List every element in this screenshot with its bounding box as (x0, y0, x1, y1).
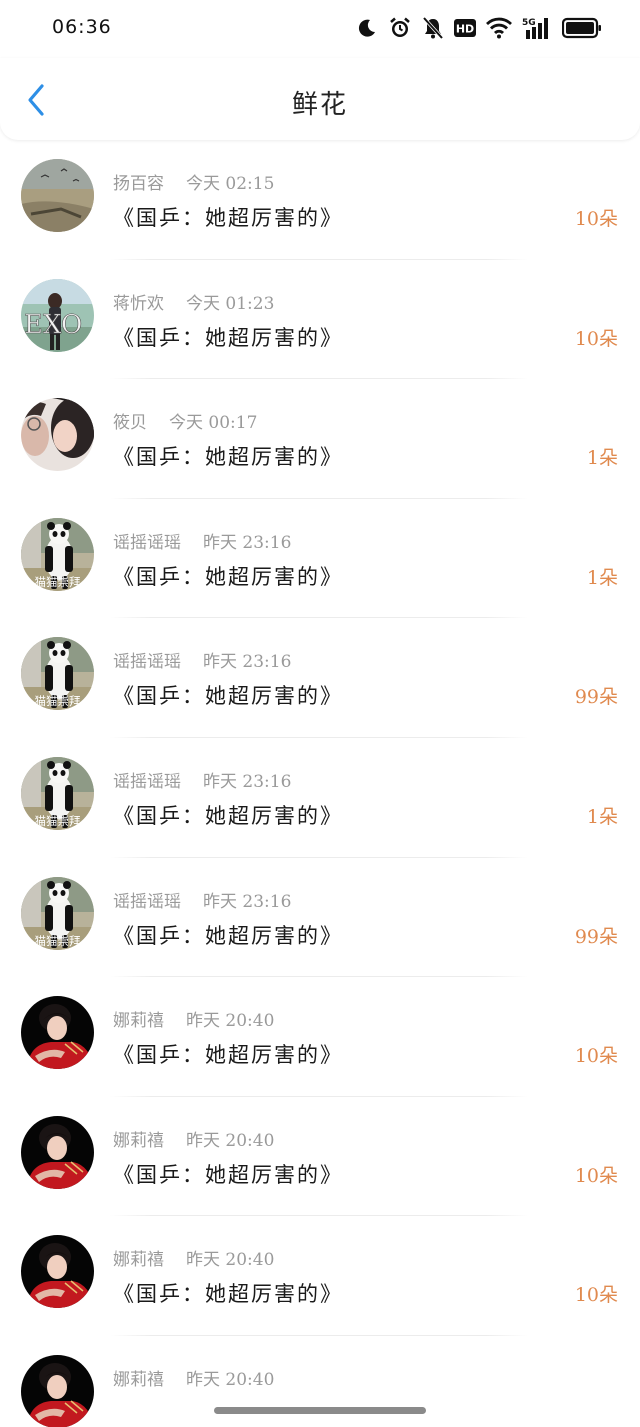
list-item[interactable]: 娜莉禧 昨天 20:40 《国乒：她超厉害的》 10朵 (0, 977, 640, 1097)
sender-name[interactable]: 娜莉禧 (113, 1250, 164, 1270)
sender-name[interactable]: 娜莉禧 (113, 1011, 164, 1031)
avatar[interactable] (21, 159, 94, 232)
article-title[interactable]: 《国乒：她超厉害的》 (113, 1278, 343, 1308)
timestamp: 昨天 20:40 (186, 1369, 275, 1390)
battery-icon (562, 14, 602, 42)
list-item[interactable]: 猫猫崇拜 谣摇谣瑶 昨天 23:16 《国乒：她超厉害的》 1朵 (0, 498, 640, 619)
mute-bell-icon (422, 14, 444, 42)
timestamp: 昨天 20:40 (186, 1250, 275, 1271)
timestamp: 今天 00:17 (169, 413, 258, 434)
list-item[interactable]: 猫猫崇拜 谣摇谣瑶 昨天 23:16 《国乒：她超厉害的》 99朵 (0, 857, 640, 978)
item-meta: 筱贝 今天 00:17 (113, 408, 257, 433)
item-meta: 谣摇谣瑶 昨天 23:16 (113, 767, 291, 792)
avatar[interactable]: 猫猫崇拜 (21, 517, 94, 591)
flower-count: 10朵 (574, 1284, 618, 1307)
avatar-caption: 猫猫崇拜 (35, 934, 81, 948)
home-indicator[interactable] (214, 1407, 426, 1414)
item-meta: 娜莉禧 昨天 20:40 (113, 1126, 274, 1151)
flower-count: 10朵 (574, 1164, 618, 1187)
item-meta: 蒋忻欢 今天 01:23 (113, 289, 274, 314)
flower-count: 10朵 (574, 1045, 618, 1068)
status-time: 06:36 (52, 16, 112, 38)
list-item[interactable]: 娜莉禧 昨天 20:40 《国乒：她超厉害的》 10朵 (0, 1096, 640, 1217)
list-item[interactable]: 猫猫崇拜 谣摇谣瑶 昨天 23:16 《国乒：她超厉害的》 99朵 (0, 618, 640, 738)
article-title[interactable]: 《国乒：她超厉害的》 (113, 441, 343, 471)
timestamp: 昨天 23:16 (203, 652, 292, 673)
article-title[interactable]: 《国乒：她超厉害的》 (113, 202, 343, 232)
sender-name[interactable]: 蒋忻欢 (113, 294, 164, 314)
timestamp: 今天 01:23 (186, 293, 275, 314)
signal-5g-icon: 5G (522, 14, 552, 42)
item-meta: 扬百容 今天 02:15 (113, 169, 274, 194)
sender-name[interactable]: 娜莉禧 (113, 1131, 164, 1151)
avatar-caption: 猫猫崇拜 (35, 694, 81, 708)
list-item[interactable]: 筱贝 今天 00:17 《国乒：她超厉害的》 1朵 (0, 379, 640, 499)
sender-name[interactable]: 娜莉禧 (113, 1370, 164, 1390)
avatar-caption: 猫猫崇拜 (35, 814, 81, 828)
svg-text:EXO: EXO (24, 310, 82, 340)
svg-text:HD: HD (456, 23, 474, 36)
flower-count: 1朵 (586, 447, 618, 470)
timestamp: 昨天 20:40 (186, 1130, 275, 1151)
item-meta: 谣摇谣瑶 昨天 23:16 (113, 528, 291, 553)
flower-count: 1朵 (586, 805, 618, 828)
article-title[interactable]: 《国乒：她超厉害的》 (113, 322, 343, 352)
list-item[interactable]: 猫猫崇拜 谣摇谣瑶 昨天 23:16 《国乒：她超厉害的》 1朵 (0, 737, 640, 858)
timestamp: 今天 02:15 (186, 174, 275, 194)
article-title[interactable]: 《国乒：她超厉害的》 (113, 561, 343, 591)
avatar[interactable]: EXO (21, 278, 94, 352)
avatar[interactable]: 猫猫崇拜 (21, 876, 94, 950)
avatar[interactable]: 猫猫崇拜 (21, 756, 94, 830)
timestamp: 昨天 20:40 (186, 1011, 275, 1032)
item-meta: 谣摇谣瑶 昨天 23:16 (113, 887, 291, 912)
article-title[interactable]: 《国乒：她超厉害的》 (113, 1159, 343, 1189)
flower-count: 1朵 (586, 566, 618, 589)
wifi-icon (486, 14, 512, 42)
flower-count: 10朵 (574, 327, 618, 350)
item-meta: 娜莉禧 昨天 20:40 (113, 1006, 274, 1031)
moon-icon (356, 14, 378, 42)
list-item[interactable]: 扬百容 今天 02:15 《国乒：她超厉害的》 10朵 (0, 140, 640, 260)
sender-name[interactable]: 谣摇谣瑶 (113, 892, 181, 912)
page-title: 鲜花 (291, 90, 348, 120)
timestamp: 昨天 23:16 (203, 532, 292, 553)
timestamp: 昨天 23:16 (203, 771, 292, 792)
article-title[interactable]: 《国乒：她超厉害的》 (113, 680, 343, 710)
avatar[interactable] (21, 1354, 94, 1427)
list-item[interactable]: EXO 蒋忻欢 今天 01:23 《国乒：她超厉害的》 10朵 (0, 259, 640, 380)
flower-count: 99朵 (574, 686, 618, 709)
item-meta: 谣摇谣瑶 昨天 23:16 (113, 647, 291, 672)
flower-list: 扬百容 今天 02:15 《国乒：她超厉害的》 10朵 EXO 蒋忻欢 今天 01:23… (0, 140, 640, 1427)
article-title[interactable]: 《国乒：她超厉害的》 (113, 1039, 343, 1069)
header: 鲜花 (0, 58, 640, 140)
status-icons: HD 5G (356, 14, 602, 42)
article-title[interactable]: 《国乒：她超厉害的》 (113, 800, 343, 830)
sender-name[interactable]: 筱贝 (113, 413, 147, 433)
avatar[interactable] (21, 1235, 94, 1309)
avatar[interactable]: 猫猫崇拜 (21, 637, 94, 711)
flower-count: 99朵 (574, 925, 618, 948)
avatar[interactable] (21, 398, 94, 472)
sender-name[interactable]: 谣摇谣瑶 (113, 772, 181, 792)
avatar[interactable] (21, 1115, 94, 1189)
article-title[interactable]: 《国乒：她超厉害的》 (113, 920, 343, 950)
avatar[interactable] (21, 996, 94, 1070)
item-meta: 娜莉禧 昨天 20:40 (113, 1365, 274, 1390)
avatar-caption: 猫猫崇拜 (35, 575, 81, 589)
timestamp: 昨天 23:16 (203, 891, 292, 912)
flower-count: 10朵 (574, 208, 618, 230)
sender-name[interactable]: 谣摇谣瑶 (113, 533, 181, 553)
item-meta: 娜莉禧 昨天 20:40 (113, 1245, 274, 1270)
status-bar: 06:36 HD 5G (0, 0, 640, 58)
sender-name[interactable]: 谣摇谣瑶 (113, 652, 181, 672)
sender-name[interactable]: 扬百容 (113, 174, 164, 194)
list-item[interactable]: 娜莉禧 昨天 20:40 《国乒：她超厉害的》 10朵 (0, 1216, 640, 1336)
alarm-icon (388, 14, 412, 42)
hd-icon: HD (454, 14, 476, 42)
svg-text:5G: 5G (522, 18, 536, 28)
